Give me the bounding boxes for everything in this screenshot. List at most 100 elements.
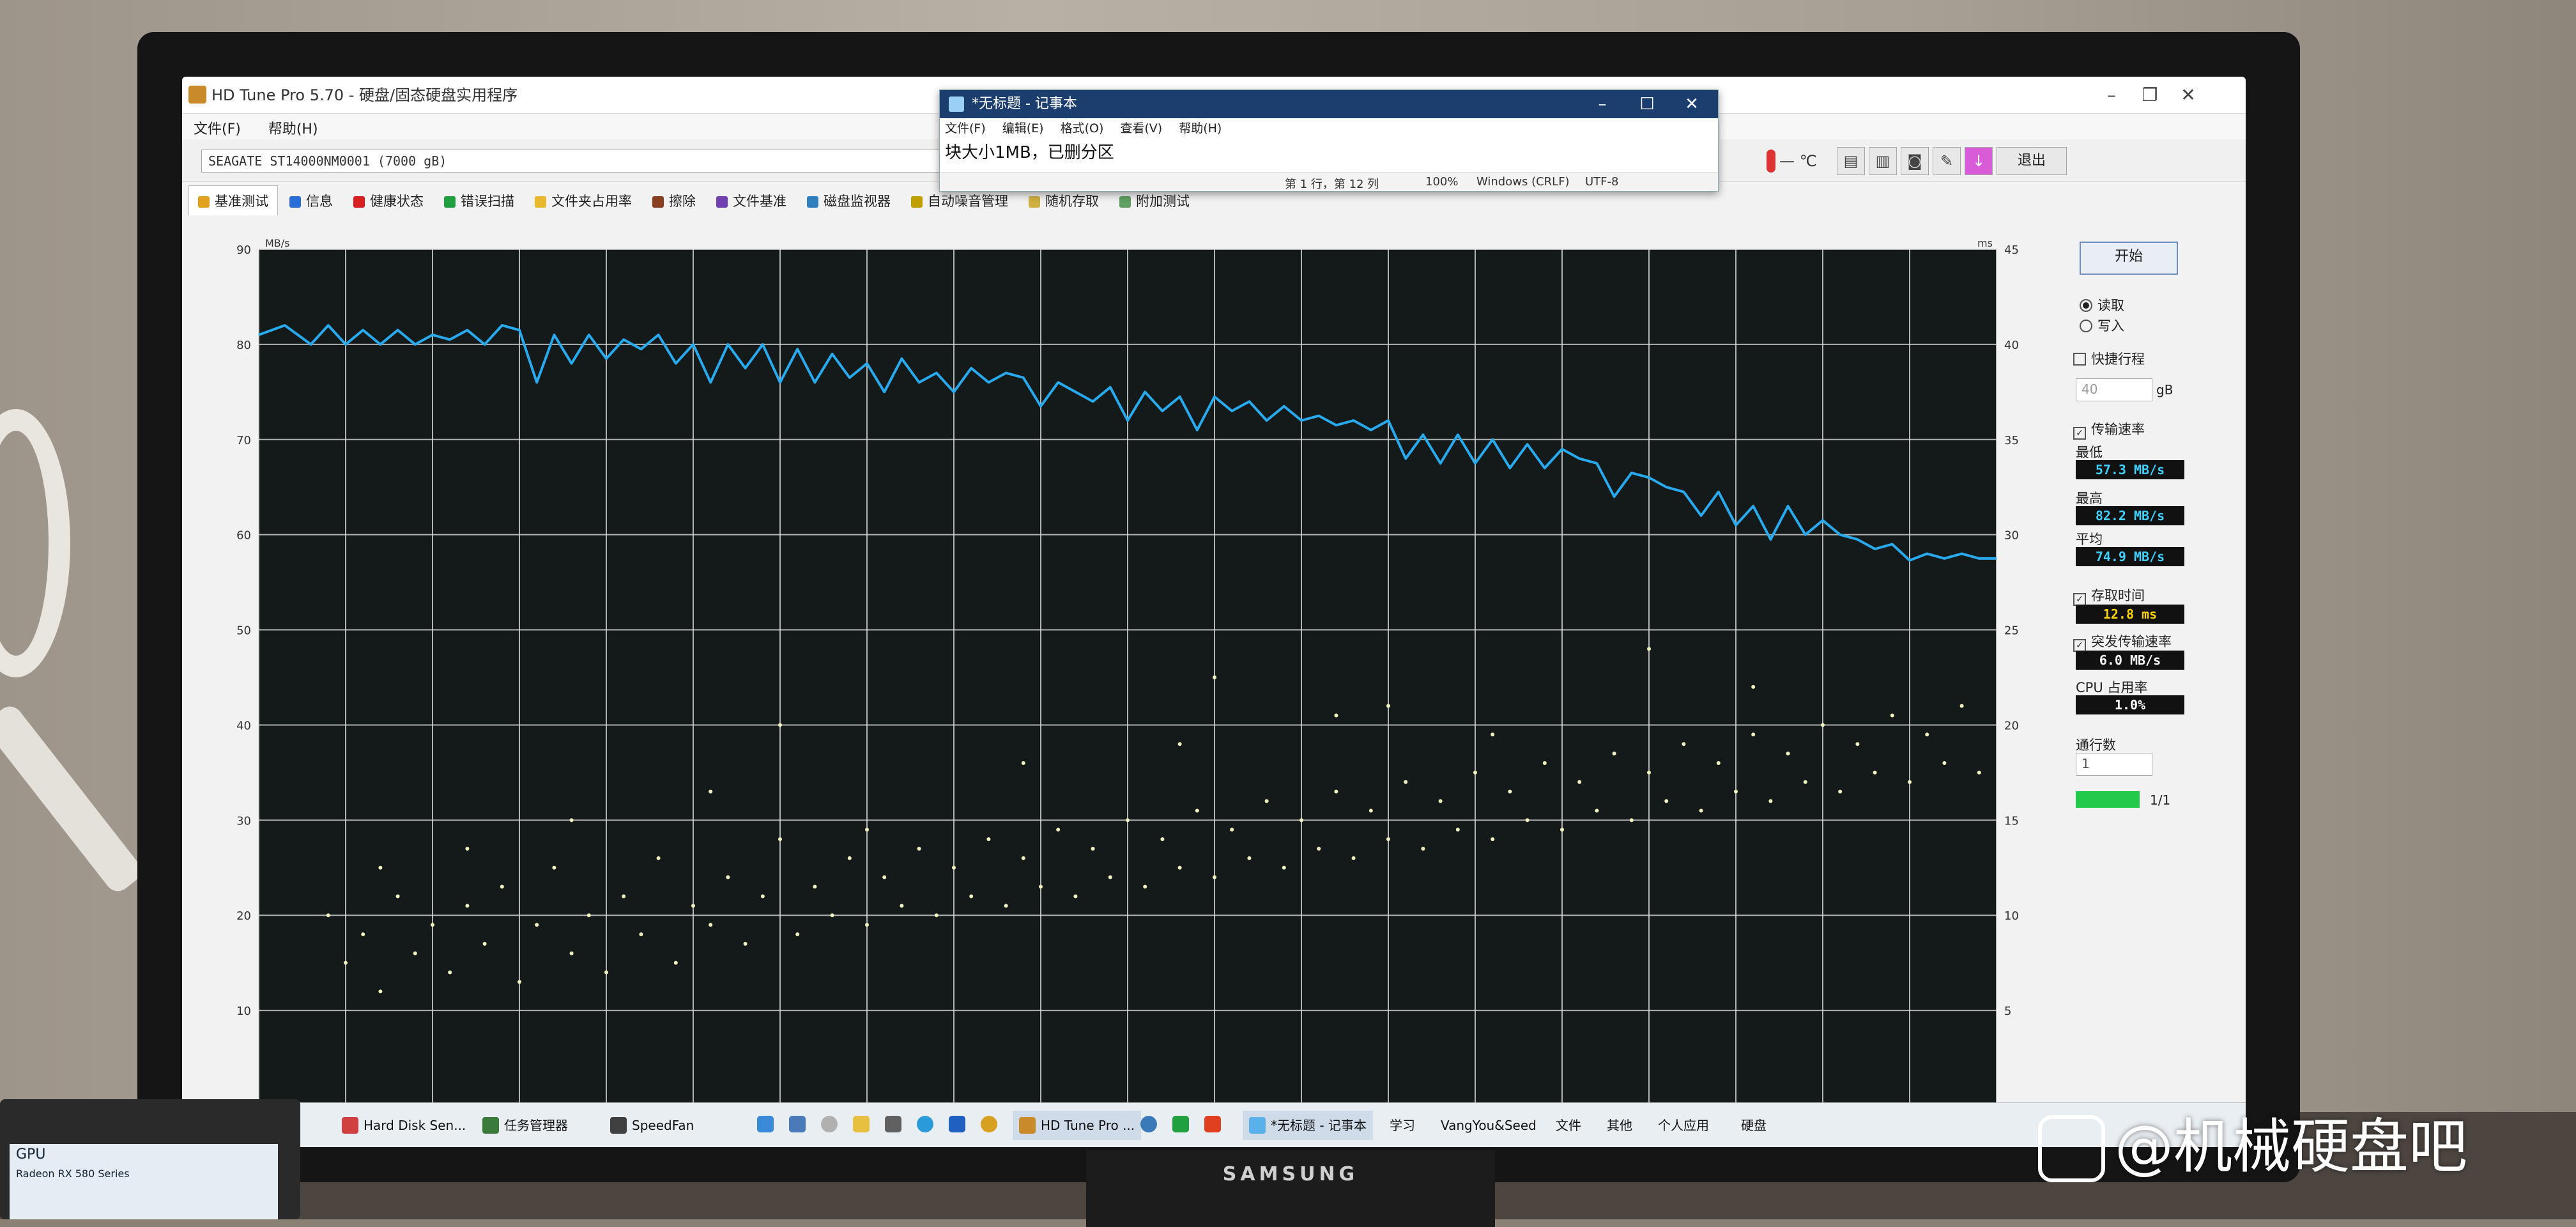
benchmark-panel: 开始 读取 写入 快捷行程 40 gB ✓ 传输速率 最低 57.3 MB/s 最…: [2060, 230, 2233, 1138]
extra-tests-icon: [1119, 196, 1131, 208]
toolbar-other[interactable]: 其他: [1600, 1111, 1639, 1140]
access-time-point: [482, 941, 487, 946]
access-time-point: [778, 723, 782, 727]
notepad-menu-bar: 文件(F) 编辑(E) 格式(O) 查看(V) 帮助(H): [940, 118, 1718, 139]
read-radio[interactable]: 读取: [2080, 295, 2124, 314]
tab-disk-monitor[interactable]: 磁盘监视器: [798, 186, 900, 215]
access-time-point: [743, 941, 747, 946]
access-time-point: [1300, 818, 1303, 822]
tab-file-benchmark[interactable]: 文件基准: [707, 186, 795, 215]
short-stroke-checkbox[interactable]: 快捷行程: [2073, 349, 2145, 368]
access-time-point: [1473, 770, 1477, 775]
explorer-icon[interactable]: [789, 1116, 806, 1132]
office-icon[interactable]: [1204, 1116, 1221, 1132]
store-icon[interactable]: [757, 1116, 774, 1132]
taskbar: Hard Disk Sen... 任务管理器 SpeedFan HD Tune …: [182, 1102, 2246, 1147]
save-icon[interactable]: ↓: [1965, 147, 1993, 175]
task-hard-disk-sentinel[interactable]: Hard Disk Sen...: [335, 1111, 472, 1140]
y-tick-label: 90: [236, 243, 251, 257]
tab-erase[interactable]: 擦除: [643, 186, 705, 215]
notepad-text-area[interactable]: 块大小1MB，已删分区: [945, 140, 1699, 166]
tab-info[interactable]: 信息: [280, 186, 342, 215]
edge-icon[interactable]: [917, 1116, 933, 1132]
y2-axis-label: ms: [1977, 237, 1993, 249]
check-icon: ✓: [2073, 593, 2086, 606]
access-time-point: [1386, 704, 1390, 708]
close-icon[interactable]: ✕: [1669, 90, 1714, 118]
access-time-point: [1317, 847, 1321, 851]
task-speedfan[interactable]: SpeedFan: [604, 1111, 700, 1140]
toolbar-personal-apps[interactable]: 个人应用: [1652, 1111, 1715, 1140]
screenshot-icon[interactable]: ◙: [1901, 147, 1929, 175]
tab-label: 附加测试: [1136, 194, 1190, 209]
toolbar-vangyou[interactable]: VangYou&Seed: [1434, 1111, 1543, 1140]
task-label: HD Tune Pro ...: [1041, 1118, 1135, 1133]
settings-icon[interactable]: [949, 1116, 965, 1132]
notepad-title: *无标题 - 记事本: [972, 96, 1077, 112]
tab-error-scan[interactable]: 错误扫描: [435, 186, 523, 215]
maximize-icon[interactable]: ☐: [1625, 90, 1669, 118]
access-time-point: [1264, 799, 1269, 803]
menu-file[interactable]: 文件(F): [182, 114, 252, 142]
access-time-point: [934, 913, 939, 918]
tab-folder-usage[interactable]: 文件夹占用率: [526, 186, 641, 215]
exit-button[interactable]: 退出: [1997, 147, 2067, 175]
task-notepad[interactable]: *无标题 - 记事本: [1243, 1111, 1373, 1140]
menu-help[interactable]: 帮助(H): [257, 114, 330, 142]
start-button[interactable]: 开始: [2080, 242, 2178, 275]
notepad-menu-help[interactable]: 帮助(H): [1179, 118, 1222, 139]
toolbar-files[interactable]: 文件: [1549, 1111, 1588, 1140]
access-time-point: [1821, 723, 1825, 727]
restore-icon[interactable]: ❐: [2131, 81, 2169, 110]
close-icon[interactable]: ✕: [2169, 81, 2207, 110]
status-encoding: UTF-8: [1585, 175, 1619, 189]
watermark-text: @机械硬盘吧: [2115, 1113, 2468, 1181]
calculator-icon[interactable]: [885, 1116, 901, 1132]
y-tick-label: 50: [236, 624, 251, 638]
tab-benchmark[interactable]: 基准测试: [188, 185, 278, 215]
radio-dot-icon: [2080, 320, 2092, 332]
tab-label: 信息: [306, 194, 333, 209]
chrome-icon[interactable]: [981, 1116, 997, 1132]
y2-tick-label: 30: [2004, 529, 2019, 543]
minimize-icon[interactable]: –: [2092, 81, 2131, 110]
task-label: 任务管理器: [504, 1118, 568, 1133]
notepad-menu-edit[interactable]: 编辑(E): [1002, 118, 1044, 139]
minimize-icon[interactable]: –: [1580, 90, 1625, 118]
transfer-rate-checkbox[interactable]: ✓ 传输速率: [2073, 419, 2145, 440]
tab-label: 基准测试: [215, 194, 268, 209]
noise-icon: [911, 196, 923, 208]
access-time-point: [1942, 761, 1947, 765]
copy-icon[interactable]: ▤: [1837, 147, 1865, 175]
access-time-checkbox[interactable]: ✓ 存取时间: [2073, 585, 2145, 606]
monitor-screen: HD Tune Pro 5.70 - 硬盘/固态硬盘实用程序 – ❐ ✕ 文件(F)…: [182, 77, 2246, 1147]
status-position: 第 1 行，第 12 列: [1285, 178, 1379, 191]
access-time-point: [830, 913, 834, 918]
progress-label: 1/1: [2150, 792, 2171, 808]
write-radio[interactable]: 写入: [2080, 316, 2124, 335]
copy-all-icon[interactable]: ▥: [1869, 147, 1897, 175]
burst-rate-checkbox[interactable]: ✓ 突发传输速率: [2073, 631, 2172, 652]
toolbar-study[interactable]: 学习: [1383, 1111, 1422, 1140]
short-stroke-input[interactable]: 40: [2076, 378, 2152, 401]
access-time-point: [378, 989, 383, 994]
access-time-point: [1334, 713, 1338, 718]
browser-icon[interactable]: [1140, 1116, 1157, 1132]
task-hdtune[interactable]: HD Tune Pro ...: [1013, 1111, 1142, 1140]
task-task-manager[interactable]: 任务管理器: [476, 1111, 574, 1140]
access-time-point: [604, 970, 608, 975]
transfer-rate-label: 传输速率: [2091, 422, 2145, 437]
short-stroke-label: 快捷行程: [2091, 351, 2145, 367]
task-label: Hard Disk Sen...: [364, 1118, 466, 1133]
notepad-menu-view[interactable]: 查看(V): [1120, 118, 1162, 139]
tab-health[interactable]: 健康状态: [344, 186, 433, 215]
passes-input[interactable]: 1: [2076, 753, 2152, 776]
plus-icon[interactable]: [1172, 1116, 1189, 1132]
folder-icon[interactable]: [853, 1116, 870, 1132]
photos-icon[interactable]: [821, 1116, 838, 1132]
notepad-menu-file[interactable]: 文件(F): [945, 118, 986, 139]
toolbar-hdd[interactable]: 硬盘: [1735, 1111, 1773, 1140]
access-time-point: [448, 970, 452, 975]
options-icon[interactable]: ✎: [1933, 147, 1961, 175]
notepad-menu-format[interactable]: 格式(O): [1061, 118, 1104, 139]
